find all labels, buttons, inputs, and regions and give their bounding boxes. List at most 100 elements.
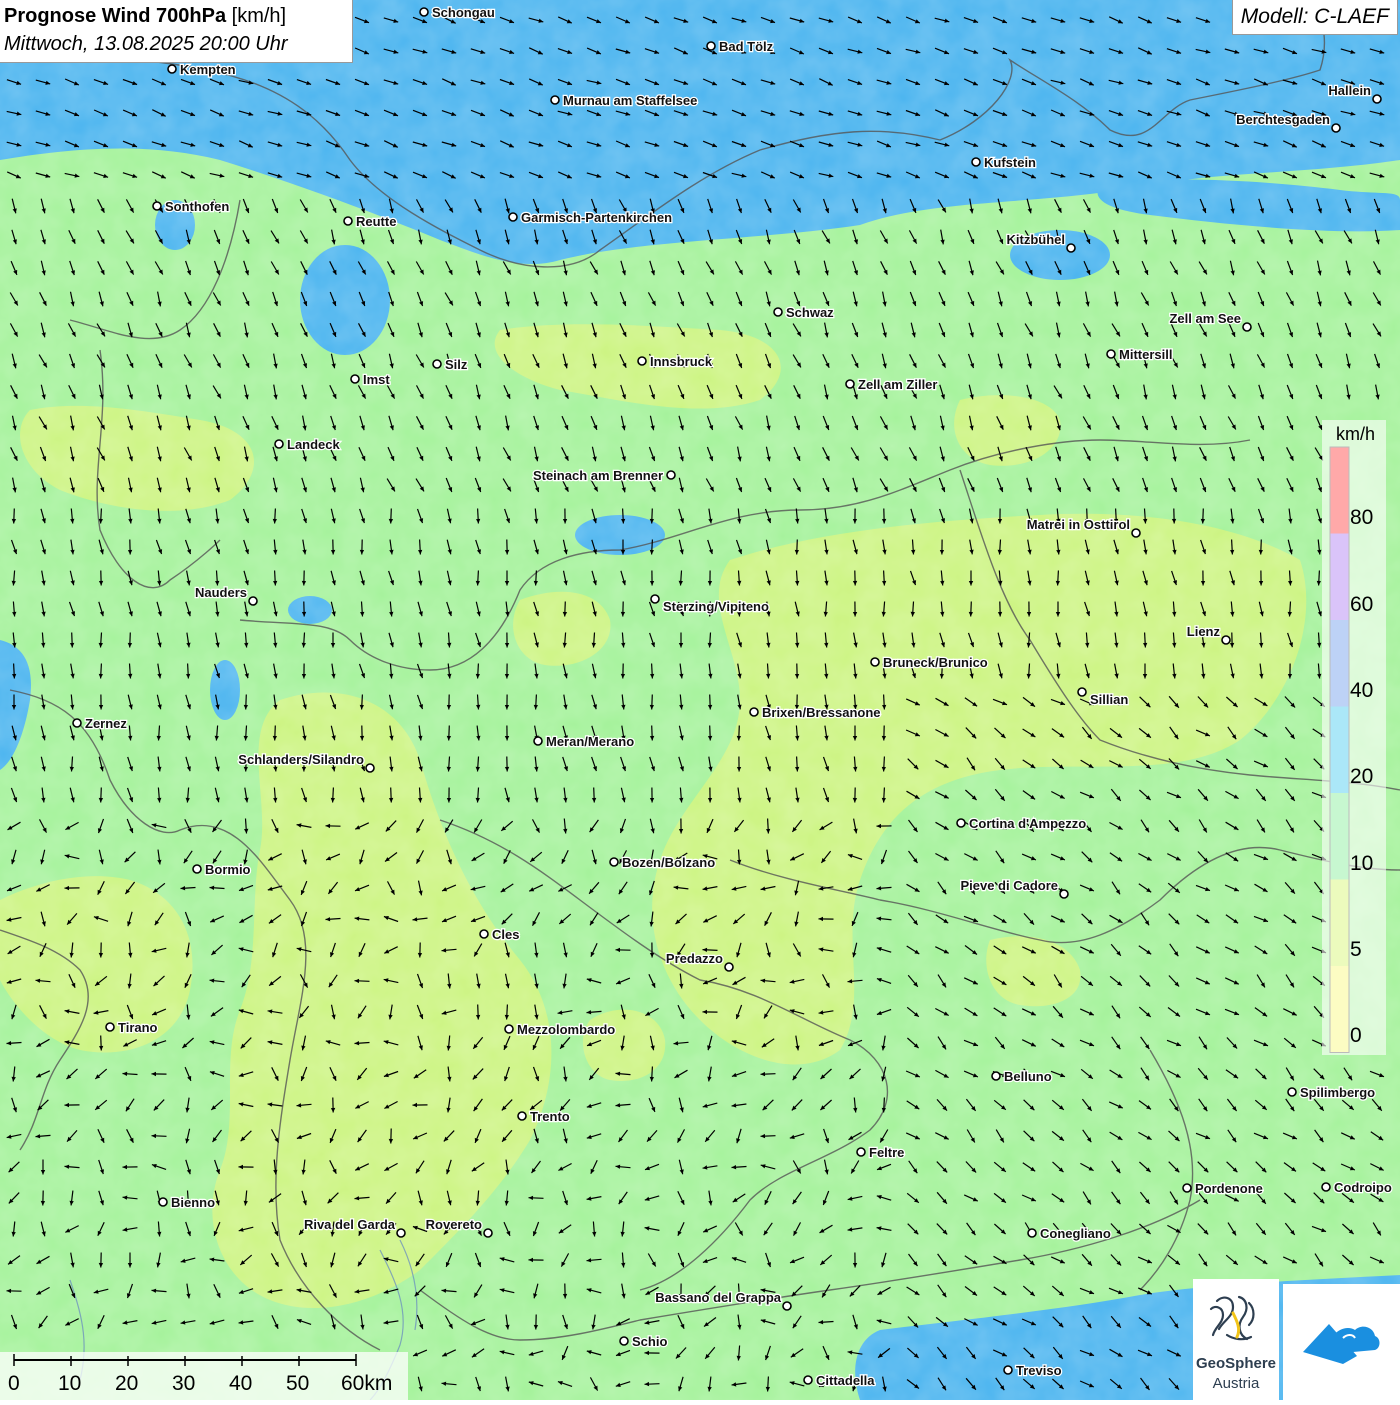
map-title: Prognose Wind 700hPa [km/h] [4, 5, 286, 28]
city-label: Predazzo [666, 951, 723, 966]
city-marker: Conegliano [1028, 1226, 1111, 1241]
scale-label: 20 [115, 1372, 138, 1396]
scale-label: 40 [229, 1372, 252, 1396]
city-label: Conegliano [1040, 1226, 1111, 1241]
city-dot [992, 1072, 1000, 1080]
city-label: Bienno [171, 1195, 215, 1210]
city-dot [972, 158, 980, 166]
city-marker: Bozen/Bolzano [610, 855, 715, 870]
legend-label: 5 [1350, 938, 1362, 962]
city-label: Mittersill [1119, 347, 1172, 362]
city-dot [707, 42, 715, 50]
city-label: Feltre [869, 1145, 904, 1160]
city-dot [1004, 1366, 1012, 1374]
legend-label: 0 [1350, 1024, 1362, 1048]
city-label: Spilimbergo [1300, 1085, 1375, 1100]
city-dot [667, 471, 675, 479]
city-label: Landeck [287, 437, 341, 452]
city-label: Kempten [180, 62, 236, 77]
city-label: Lienz [1187, 624, 1221, 639]
city-dot [249, 597, 257, 605]
city-label: Sterzing/Vipiteno [663, 599, 769, 614]
city-label: Kufstein [984, 155, 1036, 170]
scale-label: 50 [286, 1372, 309, 1396]
city-label: Imst [363, 372, 390, 387]
city-dot [610, 858, 618, 866]
city-dot [551, 96, 559, 104]
city-label: Hallein [1328, 83, 1371, 98]
city-label: Sillian [1090, 692, 1128, 707]
city-dot [1322, 1183, 1330, 1191]
city-label: Bozen/Bolzano [622, 855, 715, 870]
city-label: Reutte [356, 214, 396, 229]
city-dot [1332, 124, 1340, 132]
city-dot [846, 380, 854, 388]
city-label: Riva del Garda [304, 1217, 396, 1232]
city-dot [804, 1376, 812, 1384]
city-label: Matrei in Osttirol [1027, 517, 1130, 532]
model-label: Modell: C-LAEF [1232, 0, 1398, 35]
city-label: Trento [530, 1109, 570, 1124]
city-dot [420, 8, 428, 16]
city-dot [534, 737, 542, 745]
legend-label: 20 [1350, 765, 1373, 789]
city-label: Zell am See [1169, 311, 1241, 326]
city-label: Bassano del Grappa [655, 1290, 781, 1305]
city-marker: Sonthofen [153, 199, 229, 214]
city-label: Zell am Ziller [858, 377, 937, 392]
partner-logo [1283, 1284, 1400, 1400]
legend-label: 60 [1350, 593, 1373, 617]
city-label: Treviso [1016, 1363, 1062, 1378]
city-dot [106, 1023, 114, 1031]
map-title-unit: [km/h] [232, 5, 286, 27]
city-dot [1060, 890, 1068, 898]
city-label: Brixen/Bressanone [762, 705, 881, 720]
scale-label: 60km [341, 1372, 392, 1396]
city-dot [725, 963, 733, 971]
city-marker: Garmisch-Partenkirchen [509, 210, 672, 225]
city-label: Belluno [1004, 1069, 1052, 1084]
city-marker: Mezzolombardo [505, 1022, 615, 1037]
scale-label: 30 [172, 1372, 195, 1396]
city-dot [750, 708, 758, 716]
city-label: Bruneck/Brunico [883, 655, 988, 670]
city-dot [1107, 350, 1115, 358]
city-marker: Brixen/Bressanone [750, 705, 881, 720]
city-marker: Meran/Merano [534, 734, 634, 749]
city-label: Mezzolombardo [517, 1022, 615, 1037]
city-dot [783, 1302, 791, 1310]
city-dot [159, 1198, 167, 1206]
city-dot [1028, 1229, 1036, 1237]
city-dot [1288, 1088, 1296, 1096]
city-label: Zernez [85, 716, 127, 731]
legend-unit: km/h [1336, 424, 1375, 445]
city-dot [651, 595, 659, 603]
city-dot [518, 1112, 526, 1120]
city-label: Bormio [205, 862, 251, 877]
city-dot [1132, 529, 1140, 537]
city-label: Innsbruck [650, 354, 713, 369]
city-dot [366, 764, 374, 772]
city-dot [857, 1148, 865, 1156]
city-dot [638, 357, 646, 365]
city-dot [344, 217, 352, 225]
map-title-main: Prognose Wind 700hPa [4, 5, 226, 27]
city-label: Codroipo [1334, 1180, 1392, 1195]
city-dot [1067, 244, 1075, 252]
city-label: Murnau am Staffelsee [563, 93, 697, 108]
city-label: Schongau [432, 5, 495, 20]
city-label: Meran/Merano [546, 734, 634, 749]
city-label: Rovereto [426, 1217, 482, 1232]
city-dot [153, 202, 161, 210]
city-label: Schlanders/Silandro [238, 752, 364, 767]
city-label: Bad Tölz [719, 39, 774, 54]
city-dot [168, 65, 176, 73]
city-label: Berchtesgaden [1236, 112, 1330, 127]
city-label: Tirano [118, 1020, 158, 1035]
city-label: Pieve di Cadore [960, 878, 1058, 893]
city-marker: Zell am Ziller [846, 377, 937, 392]
city-dot [620, 1337, 628, 1345]
city-label: Silz [445, 357, 468, 372]
wind-map: Schongau Bad Tölz Kempten Murnau am Staffel… [0, 0, 1400, 1400]
city-dot [275, 440, 283, 448]
